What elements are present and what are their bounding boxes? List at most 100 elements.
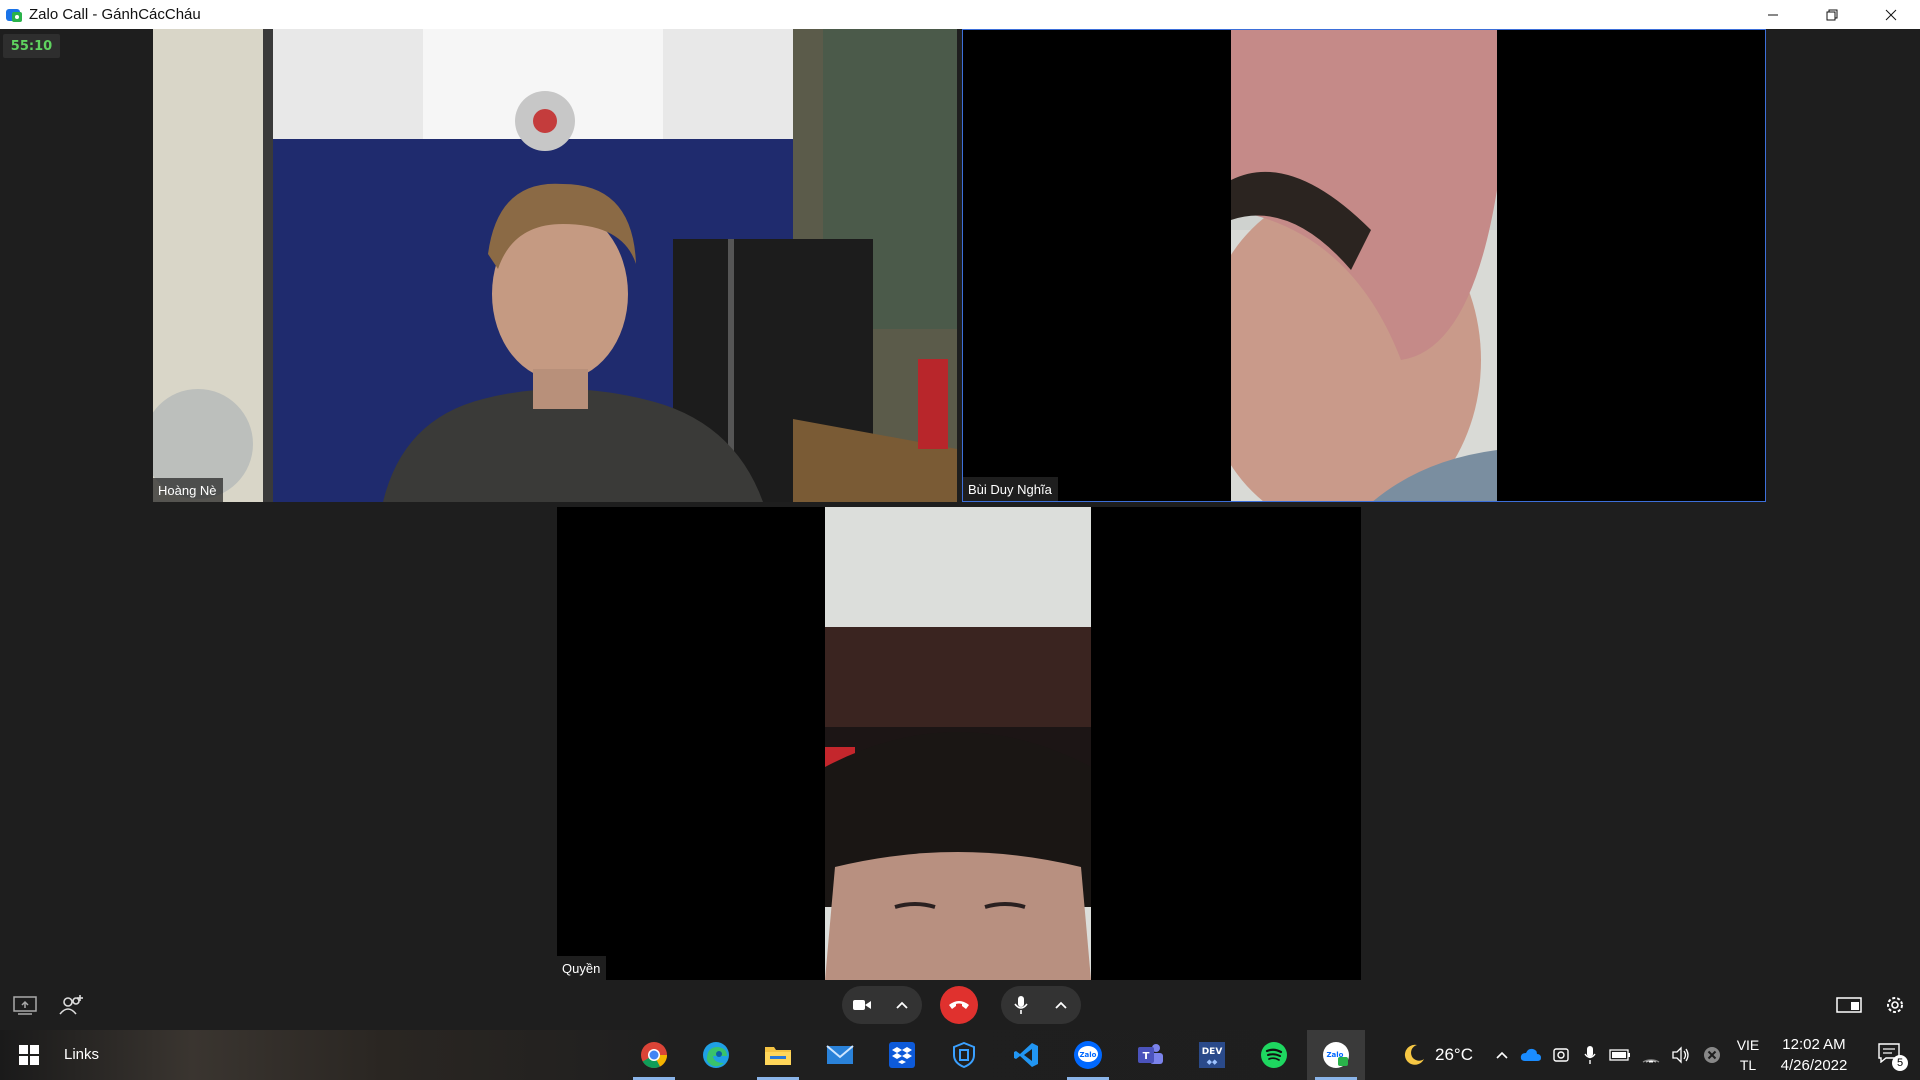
cloud-icon: [1520, 1048, 1541, 1061]
zalo-icon: Zalo: [1074, 1041, 1102, 1069]
windows-logo-icon: [19, 1045, 39, 1065]
notifications-button[interactable]: 5: [1868, 1030, 1912, 1080]
taskbar-mail[interactable]: [811, 1030, 869, 1080]
window-controls: [1743, 0, 1920, 29]
moon-icon: [1404, 1044, 1424, 1065]
taskbar-vscode[interactable]: [997, 1030, 1055, 1080]
battery-tray[interactable]: [1606, 1030, 1634, 1080]
settings-icon: [1887, 997, 1903, 1013]
weather-widget[interactable]: 26°C: [1392, 1030, 1482, 1080]
speaker-icon: [1672, 1046, 1689, 1064]
taskbar-file-explorer[interactable]: [749, 1030, 807, 1080]
taskbar-windows-security[interactable]: [935, 1030, 993, 1080]
taskbar-chrome[interactable]: [625, 1030, 683, 1080]
volume-tray[interactable]: [1668, 1030, 1694, 1080]
links-toolbar[interactable]: Links: [64, 1046, 99, 1063]
camera-in-use-icon: [1553, 1048, 1569, 1062]
camera-in-use-tray[interactable]: [1548, 1030, 1574, 1080]
folder-icon: [765, 1047, 791, 1065]
participant-name-label: Hoàng Nè: [153, 478, 223, 502]
taskbar-zalo-call[interactable]: Zalo: [1307, 1030, 1365, 1080]
settings-button[interactable]: [1880, 991, 1910, 1019]
video-tile-hoang[interactable]: Hoàng Nè: [153, 29, 957, 502]
wifi-icon: [1642, 1059, 1660, 1063]
microphone-control-group: [1001, 986, 1081, 1024]
svg-text:DEV: DEV: [1202, 1047, 1223, 1057]
minimize-button[interactable]: [1743, 0, 1802, 29]
show-hidden-icons-button[interactable]: [1490, 1030, 1514, 1080]
chevron-up-icon: [1055, 1001, 1067, 1009]
microphone-in-use-tray[interactable]: [1578, 1030, 1602, 1080]
layout-button[interactable]: [1834, 992, 1864, 1018]
status-tray[interactable]: [1699, 1030, 1725, 1080]
edge-icon: [703, 1042, 729, 1068]
participant-video: [825, 507, 1091, 980]
minimize-icon: [1767, 14, 1778, 15]
share-screen-button[interactable]: [10, 992, 40, 1018]
close-icon: [1885, 9, 1896, 20]
taskbar-teams[interactable]: T: [1121, 1030, 1179, 1080]
call-area: 55:10 Hoàng Nè Bùi Duy Nghĩa Quyền: [0, 29, 1920, 980]
restore-icon: [1826, 9, 1837, 20]
chevron-up-icon: [1496, 1051, 1508, 1059]
taskbar-spotify[interactable]: [1245, 1030, 1303, 1080]
video-tile-bui-duy-nghia[interactable]: Bùi Duy Nghĩa: [962, 29, 1766, 502]
zalo-call-icon: Zalo: [1323, 1042, 1349, 1068]
svg-text:◆◆: ◆◆: [1207, 1058, 1218, 1066]
layout-icon: [1836, 997, 1862, 1013]
svg-text:Zalo: Zalo: [1079, 1051, 1096, 1059]
restore-button[interactable]: [1802, 0, 1861, 29]
zalo-call-app-icon: [5, 6, 23, 24]
taskbar-dropbox[interactable]: [873, 1030, 931, 1080]
notification-count-badge: 5: [1892, 1055, 1908, 1071]
clock-date: 4/26/2022: [1780, 1057, 1848, 1074]
microphone-icon: [1584, 1046, 1596, 1064]
svg-text:T: T: [1143, 1051, 1150, 1062]
language-code: VIE: [1736, 1037, 1760, 1053]
dev-app-icon: DEV ◆◆: [1199, 1042, 1225, 1068]
participant-video: [1231, 30, 1497, 501]
onedrive-tray[interactable]: [1518, 1030, 1544, 1080]
input-language[interactable]: VIE TL: [1730, 1030, 1766, 1080]
vscode-icon: [1014, 1043, 1038, 1067]
call-toolbar: [0, 980, 1920, 1030]
video-tile-quyen[interactable]: Quyền: [557, 507, 1361, 980]
taskbar-dev-home[interactable]: DEV ◆◆: [1183, 1030, 1241, 1080]
keyboard-layout-code: TL: [1739, 1057, 1757, 1073]
close-button[interactable]: [1861, 0, 1920, 29]
camera-toggle-button[interactable]: [842, 986, 882, 1024]
add-member-button[interactable]: [56, 990, 88, 1020]
battery-icon: [1609, 1049, 1630, 1061]
share-screen-icon: [13, 996, 37, 1015]
spotify-icon: [1261, 1042, 1287, 1068]
chrome-icon: [641, 1042, 667, 1068]
teams-icon: T: [1138, 1044, 1163, 1064]
call-timer: 55:10: [3, 34, 60, 58]
shield-icon: [953, 1042, 975, 1068]
microphone-toggle-button[interactable]: [1001, 986, 1041, 1024]
start-button[interactable]: [0, 1030, 58, 1080]
camera-options-button[interactable]: [882, 986, 922, 1024]
chevron-up-icon: [896, 1001, 908, 1009]
x-circle-icon: [1704, 1047, 1720, 1063]
window-title: Zalo Call - GánhCácCháu: [29, 6, 201, 23]
add-member-icon: [59, 995, 83, 1015]
hangup-icon: [949, 1001, 969, 1009]
taskbar-edge[interactable]: [687, 1030, 745, 1080]
participant-video: [153, 29, 957, 502]
title-bar: Zalo Call - GánhCácCháu: [0, 0, 1920, 29]
taskbar-zalo[interactable]: Zalo: [1059, 1030, 1117, 1080]
camera-icon: [853, 1000, 871, 1010]
mail-icon: [826, 1045, 854, 1064]
dropbox-icon: [889, 1042, 915, 1068]
weather-temperature: 26°C: [1435, 1045, 1473, 1064]
microphone-icon: [1014, 996, 1028, 1014]
microphone-options-button[interactable]: [1041, 986, 1081, 1024]
end-call-button[interactable]: [940, 986, 978, 1024]
windows-taskbar: Links Zalo T DEV ◆◆ Zalo 26°C VIE TL 12:…: [0, 1030, 1920, 1080]
participant-name-label: Bùi Duy Nghĩa: [963, 477, 1058, 501]
participant-name-label: Quyền: [557, 956, 607, 980]
clock[interactable]: 12:02 AM 4/26/2022: [1772, 1030, 1856, 1080]
clock-time: 12:02 AM: [1782, 1036, 1846, 1053]
network-tray[interactable]: [1637, 1030, 1665, 1080]
